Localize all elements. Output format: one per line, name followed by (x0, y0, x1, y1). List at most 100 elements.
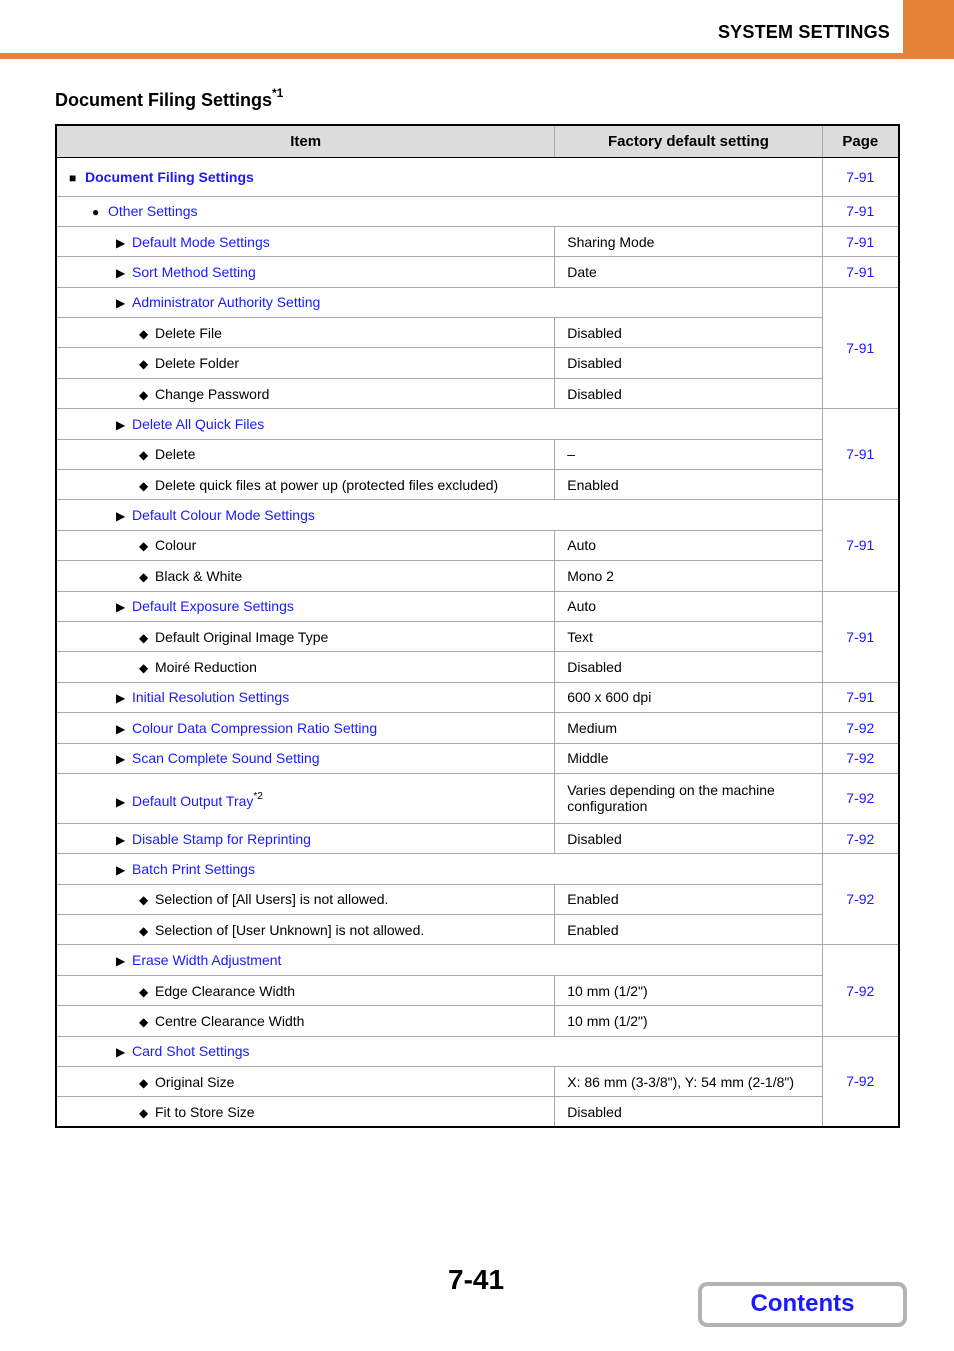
item-cell: ◆ Edge Clearance Width (55, 974, 556, 1007)
item-label: Delete (155, 446, 196, 463)
item-link[interactable]: Administrator Authority Setting (132, 294, 320, 310)
table-row: ▶ Default Mode Settings Sharing Mode 7-91 (55, 225, 900, 258)
diamond-bullet-icon: ◆ (139, 661, 149, 676)
page-link[interactable]: 7-91 (821, 256, 900, 288)
diamond-bullet-icon: ◆ (139, 326, 149, 341)
default-value: 10 mm (1/2") (554, 1005, 823, 1037)
item-cell: ◆ Black & White (55, 560, 556, 592)
triangle-bullet-icon: ▶ (116, 954, 126, 969)
item-link[interactable]: Card Shot Settings (132, 1043, 250, 1059)
diamond-bullet-icon: ◆ (139, 1105, 149, 1120)
triangle-bullet-icon: ▶ (116, 752, 126, 767)
diamond-bullet-icon: ◆ (139, 569, 149, 584)
item-link[interactable]: Other Settings (108, 203, 198, 219)
page-number: 7-41 (448, 1264, 505, 1295)
table-row: ▶ Default Colour Mode Settings 7-91 (55, 499, 900, 592)
page-link[interactable]: 7-91 (821, 590, 900, 683)
table-row: ▶ Default Output Tray*2 Varies depending … (55, 772, 900, 824)
table-row: ▶ Disable Stamp for Reprinting Disabled 7… (55, 822, 900, 855)
table-row: ◆ Black & White Mono 2 (55, 560, 899, 592)
table-row: ■ Document Filing Settings 7-91 (55, 156, 900, 197)
table-row: ▶ Colour Data Compression Ratio Setting M… (55, 712, 900, 744)
item-cell: ◆ Default Original Image Type (55, 620, 556, 653)
item-label: Edge Clearance Width (155, 982, 296, 999)
table-row: ▶ Administrator Authority Setting 7-91 (55, 286, 900, 410)
item-cell: ◆ Delete File (55, 317, 556, 349)
page-link[interactable]: 7-91 (821, 681, 900, 714)
item-link[interactable]: Default Output Tray (132, 793, 253, 809)
page-link[interactable]: 7-91 (821, 499, 900, 592)
default-value: Enabled (554, 883, 823, 916)
page-link[interactable]: 7-92 (821, 1035, 900, 1128)
item-cell: ◆ Change Password (55, 377, 556, 410)
column-header-page: Page (821, 124, 900, 158)
item-cell: ◆ Centre Clearance Width (55, 1005, 556, 1037)
page-link[interactable]: 7-92 (821, 742, 900, 774)
item-cell: ▶ Default Mode Settings (55, 225, 556, 258)
item-link[interactable]: Default Mode Settings (132, 234, 270, 250)
item-link[interactable]: Disable Stamp for Reprinting (132, 831, 311, 847)
table-row: ▶ Erase Width Adjustment 7-92 (55, 944, 900, 1037)
item-cell: ▶ Batch Print Settings (55, 853, 823, 885)
item-link[interactable]: Delete All Quick Files (132, 416, 264, 432)
item-label: Colour (155, 537, 197, 554)
diamond-bullet-icon: ◆ (139, 984, 149, 999)
item-link[interactable]: Default Exposure Settings (132, 598, 294, 614)
table-row: ◆ Selection of [User Unknown] is not allo… (55, 914, 899, 946)
item-link[interactable]: Default Colour Mode Settings (132, 507, 315, 523)
table-row: ◆ Centre Clearance Width 10 mm (1/2") (55, 1005, 899, 1037)
section-title: Document Filing Settings*1 (55, 86, 283, 111)
item-link[interactable]: Document Filing Settings (85, 169, 254, 185)
item-label: Centre Clearance Width (155, 1012, 305, 1029)
item-link[interactable]: Colour Data Compression Ratio Setting (132, 720, 377, 736)
table-header-row: Item Factory default setting Page (55, 124, 900, 158)
item-label: Delete Folder (155, 355, 240, 372)
default-value: Enabled (554, 469, 823, 501)
item-cell: ▶ Default Exposure Settings (55, 590, 556, 622)
default-value: Disabled (554, 377, 823, 410)
diamond-bullet-icon: ◆ (139, 357, 149, 372)
header-accent-bar (0, 53, 954, 59)
page-link[interactable]: 7-91 (821, 286, 900, 410)
item-cell: ◆ Selection of [User Unknown] is not allo… (55, 914, 556, 946)
item-link[interactable]: Batch Print Settings (132, 861, 255, 877)
contents-button[interactable]: Contents (698, 1282, 907, 1327)
table-row: ▶ Default Exposure Settings Auto 7-91 (55, 590, 900, 683)
page-link[interactable]: 7-91 (821, 195, 900, 227)
diamond-bullet-icon: ◆ (139, 893, 149, 908)
diamond-bullet-icon: ◆ (139, 923, 149, 938)
triangle-bullet-icon: ▶ (116, 691, 126, 706)
diamond-bullet-icon: ◆ (139, 539, 149, 554)
table-row: ▶ Initial Resolution Settings 600 x 600 d… (55, 681, 900, 714)
item-cell: ▶ Erase Width Adjustment (55, 944, 823, 976)
page-link[interactable]: 7-92 (821, 853, 900, 946)
table-row: ● Other Settings 7-91 (55, 195, 900, 227)
page-link[interactable]: 7-92 (821, 822, 900, 855)
page-link[interactable]: 7-92 (821, 712, 900, 744)
chapter-title: SYSTEM SETTINGS (717, 22, 890, 42)
page-link[interactable]: 7-91 (821, 225, 900, 258)
table-row: ◆ Moiré Reduction Disabled (55, 651, 899, 683)
item-link[interactable]: Scan Complete Sound Setting (132, 750, 320, 766)
item-label: Selection of [User Unknown] is not allow… (155, 921, 425, 938)
table-row: ▶ Sort Method Setting Date 7-91 (55, 256, 900, 288)
table-row: ◆ Fit to Store Size Disabled (55, 1096, 899, 1128)
item-cell: ◆ Delete (55, 438, 556, 471)
page-link[interactable]: 7-91 (821, 156, 900, 197)
triangle-bullet-icon: ▶ (116, 863, 126, 877)
item-cell: ◆ Delete Folder (55, 347, 556, 379)
item-cell: ■ Document Filing Settings (55, 156, 823, 197)
item-label: Change Password (155, 385, 270, 402)
item-link[interactable]: Initial Resolution Settings (132, 689, 289, 705)
item-cell: ▶ Default Colour Mode Settings (55, 499, 823, 531)
default-value: Medium (554, 712, 823, 744)
header-accent-tab (903, 0, 954, 54)
default-value: Mono 2 (554, 560, 823, 592)
item-link[interactable]: Sort Method Setting (132, 264, 256, 280)
item-label: Delete quick files at power up (protecte… (155, 476, 499, 493)
page-link[interactable]: 7-91 (821, 408, 900, 501)
item-label: Selection of [All Users] is not allowed. (155, 891, 389, 908)
page-link[interactable]: 7-92 (821, 944, 900, 1037)
page-link[interactable]: 7-92 (821, 772, 900, 824)
item-link[interactable]: Erase Width Adjustment (132, 952, 281, 968)
